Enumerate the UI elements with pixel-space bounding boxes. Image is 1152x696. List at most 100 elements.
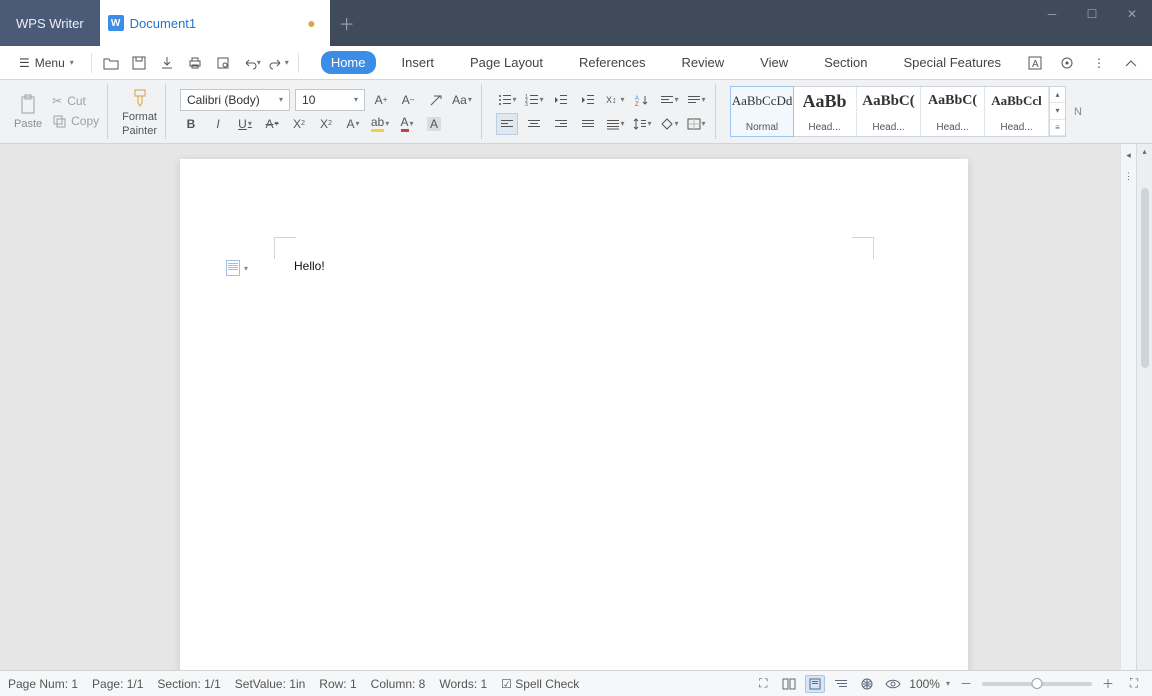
status-column[interactable]: Column: 8 — [371, 677, 426, 691]
chevron-down-icon[interactable]: ▾ — [244, 264, 248, 273]
tab-page-layout[interactable]: Page Layout — [460, 51, 553, 74]
collapse-ribbon-icon[interactable] — [1120, 52, 1142, 74]
scroll-thumb[interactable] — [1141, 188, 1149, 368]
document-body-text[interactable]: Hello! — [294, 259, 325, 273]
text-effects-button[interactable]: A▾ — [342, 113, 364, 135]
minimize-button[interactable]: ─ — [1032, 0, 1072, 28]
tab-review[interactable]: Review — [672, 51, 735, 74]
styles-gallery[interactable]: AaBbCcDdNormal AaBbHead... AaBbC(Head...… — [730, 86, 1066, 137]
zoom-slider[interactable] — [982, 682, 1092, 686]
decrease-indent-button[interactable] — [550, 89, 572, 111]
align-left-button[interactable] — [496, 113, 518, 135]
read-view-icon[interactable] — [779, 675, 799, 693]
vertical-scrollbar[interactable]: ▴ — [1136, 144, 1152, 670]
tabs-button[interactable]: ▾ — [658, 89, 680, 111]
tab-special-features[interactable]: Special Features — [893, 51, 1011, 74]
status-page[interactable]: Page: 1/1 — [92, 677, 143, 691]
strikethrough-button[interactable]: A▾ — [261, 113, 283, 135]
increase-indent-button[interactable] — [577, 89, 599, 111]
close-button[interactable]: ✕ — [1112, 0, 1152, 28]
status-words[interactable]: Words: 1 — [439, 677, 487, 691]
status-row[interactable]: Row: 1 — [319, 677, 356, 691]
maximize-button[interactable]: ☐ — [1072, 0, 1112, 28]
style-heading-2[interactable]: AaBbC(Head... — [857, 87, 921, 136]
font-size-select[interactable]: 10▾ — [295, 89, 365, 111]
chevron-down-icon[interactable]: ▾ — [946, 679, 950, 688]
zoom-level[interactable]: 100% — [909, 677, 940, 691]
text-box-icon[interactable]: A — [1024, 52, 1046, 74]
status-page-num[interactable]: Page Num: 1 — [8, 677, 78, 691]
tab-view[interactable]: View — [750, 51, 798, 74]
tab-home[interactable]: Home — [321, 51, 376, 74]
subscript-button[interactable]: X2 — [315, 113, 337, 135]
more-icon[interactable]: ⋮ — [1088, 52, 1110, 74]
undo-icon[interactable]: ▾ — [240, 52, 262, 74]
fullscreen-icon[interactable]: ⛶ — [753, 675, 773, 693]
copy-button[interactable]: Copy — [52, 114, 99, 128]
zoom-out-button[interactable]: － — [956, 675, 976, 693]
paste-button[interactable]: Paste — [14, 94, 42, 130]
clear-formatting-icon[interactable] — [424, 89, 446, 111]
align-right-button[interactable] — [550, 113, 572, 135]
status-setvalue[interactable]: SetValue: 1in — [235, 677, 306, 691]
grow-font-icon[interactable]: A+ — [370, 89, 392, 111]
document-tab[interactable]: W Document1 ● — [100, 0, 330, 46]
scroll-up-icon[interactable]: ▴ — [1137, 144, 1152, 158]
sort-button[interactable]: AZ — [631, 89, 653, 111]
new-tab-button[interactable]: ＋ — [330, 0, 364, 46]
style-normal[interactable]: AaBbCcDdNormal — [730, 86, 794, 137]
tab-section[interactable]: Section — [814, 51, 877, 74]
italic-button[interactable]: I — [207, 113, 229, 135]
style-heading-4[interactable]: AaBbCclHead... — [985, 87, 1049, 136]
scroll-up-icon[interactable]: ▴ — [1050, 87, 1065, 103]
align-center-button[interactable] — [523, 113, 545, 135]
font-name-select[interactable]: Calibri (Body)▾ — [180, 89, 290, 111]
style-heading-1[interactable]: AaBbHead... — [793, 87, 857, 136]
paragraph-panel-icon[interactable] — [226, 260, 240, 276]
status-section[interactable]: Section: 1/1 — [157, 677, 220, 691]
zoom-slider-knob[interactable] — [1032, 678, 1043, 689]
underline-button[interactable]: U▾ — [234, 113, 256, 135]
style-heading-3[interactable]: AaBbC(Head... — [921, 87, 985, 136]
scroll-down-icon[interactable]: ▾ — [1050, 103, 1065, 119]
bullets-button[interactable]: ▾ — [496, 89, 518, 111]
open-icon[interactable] — [100, 52, 122, 74]
shrink-font-icon[interactable]: A– — [397, 89, 419, 111]
print-icon[interactable] — [184, 52, 206, 74]
zoom-in-button[interactable]: ＋ — [1098, 675, 1118, 693]
change-case-icon[interactable]: Aa▾ — [451, 89, 473, 111]
text-direction-button[interactable]: X↕▾ — [604, 89, 626, 111]
print-preview-icon[interactable] — [212, 52, 234, 74]
character-shading-button[interactable]: A — [423, 113, 445, 135]
shading-button[interactable]: ▾ — [658, 113, 680, 135]
document-workspace[interactable]: ▾ Hello! ◂ ⋮ ▴ — [0, 144, 1152, 670]
save-icon[interactable] — [128, 52, 150, 74]
new-style-button[interactable]: N — [1066, 86, 1082, 137]
outline-view-icon[interactable] — [831, 675, 851, 693]
line-spacing-button[interactable]: ▾ — [631, 113, 653, 135]
side-panel-dots-icon[interactable]: ⋮ — [1124, 171, 1133, 182]
redo-icon[interactable]: ▾ — [268, 52, 290, 74]
spell-check-button[interactable]: ☑ Spell Check — [501, 677, 579, 691]
styles-expand-icon[interactable]: ≡ — [1050, 120, 1065, 136]
superscript-button[interactable]: X2 — [288, 113, 310, 135]
highlight-color-button[interactable]: ab▾ — [369, 113, 391, 135]
cut-button[interactable]: ✂Cut — [52, 94, 99, 108]
align-justify-button[interactable] — [577, 113, 599, 135]
distributed-align-button[interactable]: ▾ — [604, 113, 626, 135]
bold-button[interactable]: B — [180, 113, 202, 135]
numbering-button[interactable]: 123▾ — [523, 89, 545, 111]
settings-icon[interactable] — [1056, 52, 1078, 74]
page[interactable]: ▾ Hello! — [180, 159, 968, 670]
web-layout-icon[interactable] — [857, 675, 877, 693]
tab-references[interactable]: References — [569, 51, 655, 74]
tab-insert[interactable]: Insert — [392, 51, 445, 74]
eye-protection-icon[interactable] — [883, 675, 903, 693]
hamburger-menu[interactable]: ☰ Menu ▾ — [10, 52, 83, 74]
borders-button[interactable]: ▾ — [685, 113, 707, 135]
styles-scroll[interactable]: ▴▾≡ — [1049, 87, 1065, 136]
side-panel-collapse-icon[interactable]: ◂ — [1126, 150, 1131, 161]
print-layout-icon[interactable] — [805, 675, 825, 693]
export-icon[interactable] — [156, 52, 178, 74]
fit-page-icon[interactable]: ⛶ — [1124, 675, 1144, 693]
